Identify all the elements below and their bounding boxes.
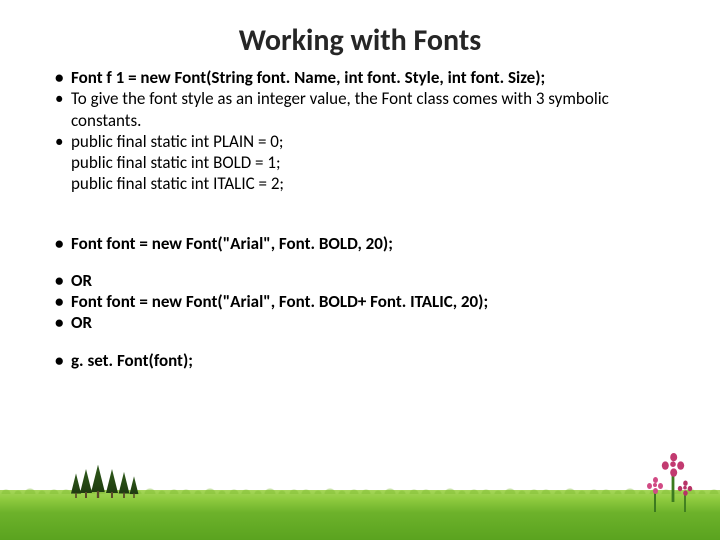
bullet-font-constructor: Font f 1 = new Font(String font. Name, i…: [55, 67, 665, 88]
constant-bold: public final static int BOLD = 1;: [71, 152, 665, 173]
constant-italic: public final static int ITALIC = 2;: [71, 173, 665, 194]
bullet-explanation: To give the font style as an integer val…: [55, 88, 665, 131]
bullet-list-3: OR Font font = new Font("Arial", Font. B…: [0, 270, 720, 334]
constant-plain: public final static int PLAIN = 0;: [71, 131, 665, 152]
slide-title: Working with Fonts: [0, 0, 720, 67]
spacer: [0, 195, 720, 233]
bullet-setfont: g. set. Font(font);: [55, 350, 665, 371]
bullet-example-bold-italic: Font font = new Font("Arial", Font. BOLD…: [55, 291, 665, 312]
spacer: [0, 334, 720, 350]
bullet-list-2: Font font = new Font("Arial", Font. BOLD…: [0, 233, 720, 254]
bullet-list: Font f 1 = new Font(String font. Name, i…: [0, 67, 720, 195]
bullet-or-2: OR: [55, 312, 665, 333]
flowers-icon: [644, 452, 692, 512]
bullet-or-1: OR: [55, 270, 665, 291]
tree-cluster-icon: [70, 464, 150, 498]
slide: Working with Fonts Font f 1 = new Font(S…: [0, 0, 720, 540]
bullet-list-4: g. set. Font(font);: [0, 350, 720, 371]
bullet-constants: public final static int PLAIN = 0; publi…: [55, 131, 665, 195]
spacer: [0, 254, 720, 270]
bullet-example-bold: Font font = new Font("Arial", Font. BOLD…: [55, 233, 665, 254]
